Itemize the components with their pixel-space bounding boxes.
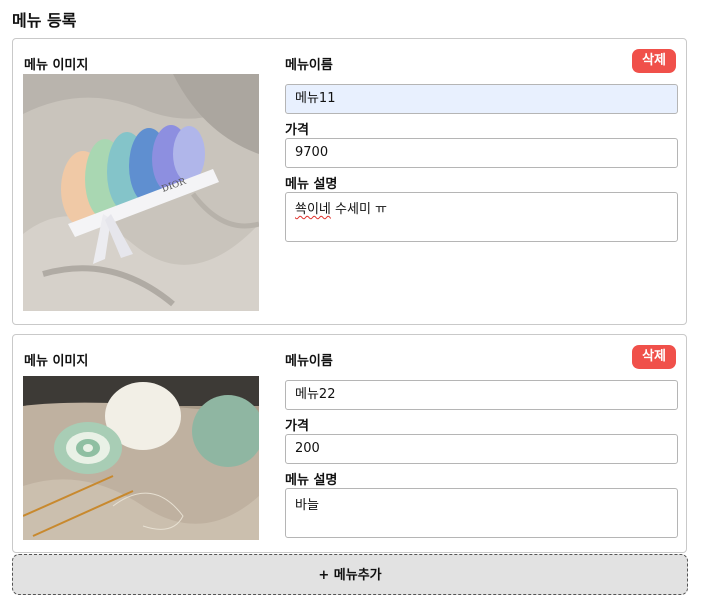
price-label: 가격: [285, 123, 309, 138]
menu-name-input[interactable]: 메뉴11: [285, 84, 678, 114]
description-label: 메뉴 설명: [285, 177, 338, 192]
delete-button[interactable]: 삭제: [632, 345, 676, 369]
misspelled-word: 쑉이네: [295, 202, 331, 217]
add-menu-button[interactable]: + 메뉴추가: [12, 554, 688, 595]
price-input[interactable]: 9700: [285, 138, 678, 168]
menu-name-label: 메뉴이름: [285, 354, 333, 369]
menu-name-input[interactable]: 메뉴22: [285, 380, 678, 410]
menu-card: 메뉴 이미지 DIOR 메뉴이름 삭제 메뉴11 가격 9700 메뉴 설명 쑉…: [12, 38, 687, 325]
price-label: 가격: [285, 419, 309, 434]
description-label: 메뉴 설명: [285, 473, 338, 488]
menu-card: 메뉴 이미지 메뉴이름 삭제 메뉴22 가격 200 메뉴 설명 바늘: [12, 334, 687, 553]
page-title: 메뉴 등록: [12, 11, 77, 30]
menu-image-label: 메뉴 이미지: [24, 58, 89, 73]
description-text: 수세미 ㅠ: [330, 202, 387, 217]
photo-yarn-balls-icon[interactable]: [23, 376, 259, 540]
menu-name-label: 메뉴이름: [285, 58, 333, 73]
delete-button[interactable]: 삭제: [632, 49, 676, 73]
description-textarea[interactable]: 바늘: [285, 488, 678, 538]
menu-image-label: 메뉴 이미지: [24, 354, 89, 369]
photo-yarn-scrunchies-icon[interactable]: DIOR: [23, 74, 259, 311]
description-textarea[interactable]: 쑉이네 수세미 ㅠ: [285, 192, 678, 242]
price-input[interactable]: 200: [285, 434, 678, 464]
